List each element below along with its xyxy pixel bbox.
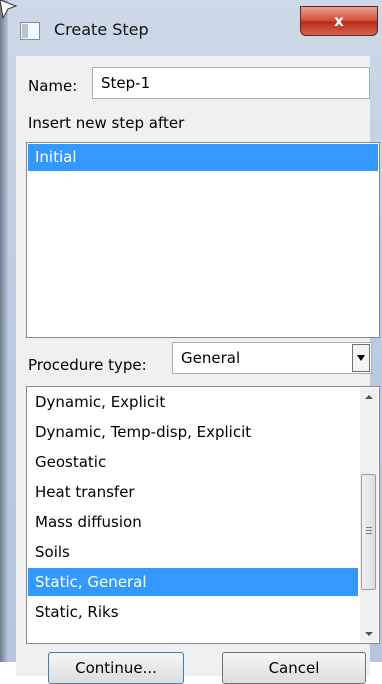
procedure-list[interactable]: Dynamic, Explicit Dynamic, Temp-disp, Ex…	[26, 386, 380, 644]
name-input[interactable]: Step-1	[92, 67, 370, 99]
dialog-window: Create Step x Name: Step-1 Insert new st…	[0, 0, 382, 684]
step-list[interactable]: Initial	[26, 142, 380, 338]
continue-button[interactable]: Continue...	[48, 652, 184, 684]
procedure-item-selected[interactable]: Static, General	[28, 568, 358, 596]
window-icon	[20, 22, 40, 40]
scroll-down-icon[interactable]	[360, 624, 378, 642]
procedure-item[interactable]: Mass diffusion	[28, 508, 358, 536]
insert-after-label: Insert new step after	[28, 114, 185, 132]
close-button[interactable]: x	[300, 6, 378, 36]
chevron-down-icon[interactable]	[352, 344, 370, 372]
procedure-item[interactable]: Soils	[28, 538, 358, 566]
vertical-scrollbar[interactable]	[360, 388, 378, 642]
procedure-item[interactable]: Heat transfer	[28, 478, 358, 506]
procedure-item[interactable]: Dynamic, Explicit	[28, 388, 358, 416]
procedure-item[interactable]: Static, Riks	[28, 598, 358, 626]
scroll-up-icon[interactable]	[360, 388, 378, 406]
title-bar[interactable]: Create Step x	[8, 0, 382, 56]
grip-line	[366, 533, 372, 534]
grip-line	[366, 527, 372, 528]
grip-line	[366, 530, 372, 531]
procedure-type-value: General	[181, 349, 241, 367]
procedure-type-label: Procedure type:	[28, 356, 147, 374]
cancel-button[interactable]: Cancel	[222, 652, 366, 684]
procedure-item[interactable]: Dynamic, Temp-disp, Explicit	[28, 418, 358, 446]
name-label: Name:	[28, 77, 78, 95]
procedure-item[interactable]: Geostatic	[28, 448, 358, 476]
dialog-body: Name: Step-1 Insert new step after Initi…	[16, 56, 380, 684]
window-edge	[0, 0, 8, 662]
window-title: Create Step	[54, 20, 149, 39]
procedure-type-select[interactable]: General	[172, 342, 372, 374]
scroll-thumb[interactable]	[361, 474, 376, 590]
step-list-item[interactable]: Initial	[28, 144, 378, 171]
